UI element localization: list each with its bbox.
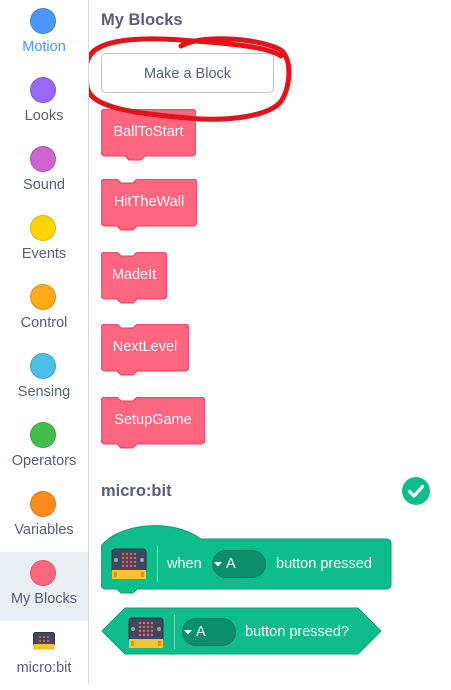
events-dot-icon <box>30 215 56 241</box>
block-label: NextLevel <box>112 339 178 355</box>
button-pressed-boolean-block[interactable]: A button pressed? <box>101 606 382 656</box>
microbit-board-icon <box>128 617 164 648</box>
block-label: MadeIt <box>111 267 157 283</box>
microbit-board-icon <box>111 548 147 579</box>
dropdown-value: A <box>196 624 206 640</box>
custom-block-hitthewall[interactable]: HitTheWall <box>101 179 197 234</box>
custom-block-balltostart[interactable]: BallToStart <box>101 109 196 164</box>
category-sound[interactable]: Sound <box>0 138 88 207</box>
microbit-board-icon <box>33 632 55 650</box>
category-events[interactable]: Events <box>0 207 88 276</box>
category-sensing[interactable]: Sensing <box>0 345 88 414</box>
my-blocks-section-title: My Blocks <box>101 11 183 29</box>
microbit-section-title: micro:bit <box>101 482 172 500</box>
icon-separator <box>157 546 158 582</box>
category-sidebar: Motion Looks Sound Events Control Sensin… <box>0 0 89 684</box>
category-label: Sensing <box>17 384 71 400</box>
custom-block-madeit[interactable]: MadeIt <box>101 252 167 307</box>
variables-dot-icon <box>30 491 56 517</box>
make-a-block-button[interactable]: Make a Block <box>101 53 274 93</box>
button-dropdown[interactable]: A <box>212 550 266 578</box>
caret-down-icon <box>214 562 222 567</box>
category-my-blocks[interactable]: My Blocks <box>0 552 88 621</box>
button-pressed-label: button pressed <box>276 556 372 572</box>
block-label: BallToStart <box>113 124 184 140</box>
icon-separator <box>174 615 175 649</box>
category-label: Operators <box>11 453 77 469</box>
check-circle-icon <box>402 477 430 505</box>
operators-dot-icon <box>30 422 56 448</box>
block-label: SetupGame <box>114 412 192 428</box>
category-operators[interactable]: Operators <box>0 414 88 483</box>
category-variables[interactable]: Variables <box>0 483 88 552</box>
caret-down-icon <box>184 630 192 635</box>
sound-dot-icon <box>30 146 56 172</box>
when-label: when <box>167 556 202 572</box>
looks-dot-icon <box>30 77 56 103</box>
my-blocks-dot-icon <box>30 560 56 586</box>
category-label: Motion <box>22 39 66 55</box>
category-label: Control <box>20 315 68 331</box>
category-control[interactable]: Control <box>0 276 88 345</box>
block-palette: My Blocks Make a Block BallToStart HitTh… <box>89 0 451 684</box>
category-label: Events <box>21 246 67 262</box>
custom-block-setupgame[interactable]: SetupGame <box>101 397 205 452</box>
block-label: HitTheWall <box>113 194 185 210</box>
category-label: Variables <box>14 522 74 538</box>
category-microbit[interactable]: micro:bit <box>0 621 88 690</box>
button-pressed-question-label: button pressed? <box>245 624 349 640</box>
motion-dot-icon <box>30 8 56 34</box>
category-label: My Blocks <box>10 591 78 607</box>
category-motion[interactable]: Motion <box>0 0 88 69</box>
when-button-pressed-block[interactable]: when A button pressed <box>101 522 392 598</box>
custom-block-nextlevel[interactable]: NextLevel <box>101 324 189 379</box>
button-dropdown[interactable]: A <box>182 618 236 646</box>
control-dot-icon <box>30 284 56 310</box>
category-looks[interactable]: Looks <box>0 69 88 138</box>
category-label: micro:bit <box>16 660 72 676</box>
category-label: Looks <box>24 108 64 124</box>
category-label: Sound <box>23 177 65 193</box>
sensing-dot-icon <box>30 353 56 379</box>
dropdown-value: A <box>226 556 236 572</box>
